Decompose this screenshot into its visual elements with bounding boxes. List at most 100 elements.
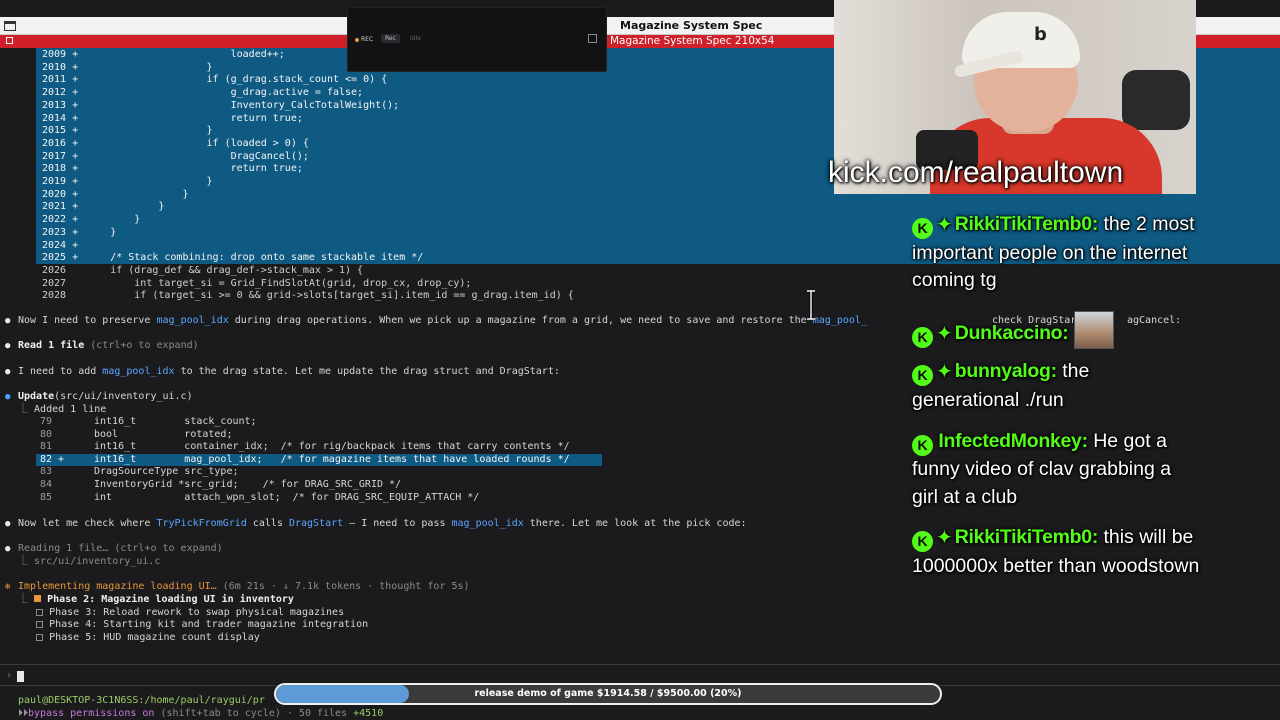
code-text: } — [86, 188, 189, 200]
code-line: 2016 + if (loaded > 0) { — [42, 138, 309, 151]
code-line: 2013 + Inventory_CalcTotalWeight(); — [42, 100, 399, 113]
chat-message: K ✦ RikkiTikiTemb0: the 2 most important p… — [912, 211, 1202, 295]
line-number: 2022 — [42, 214, 67, 226]
assistant-message: I need to add mag_pool_idx to the drag s… — [18, 366, 560, 377]
line-number: 2012 — [42, 87, 67, 99]
kick-badge-icon: K — [912, 531, 933, 552]
code-line: 2022 + } — [42, 214, 140, 227]
diff-line-number: 85 — [40, 492, 64, 505]
chat-username[interactable]: bunnyalog: — [955, 360, 1057, 382]
code-text: return true; — [86, 112, 303, 124]
task-label: Phase 3: Reload rework to swap physical … — [49, 606, 345, 618]
added-lines-summary: ⎿ Added 1 line — [18, 404, 107, 415]
diff-marker — [72, 265, 78, 276]
task-item: Phase 5: HUD magazine count display — [18, 632, 260, 645]
code-line: 2026 if (drag_def && drag_def->stack_max… — [42, 265, 363, 278]
code-text: DragCancel(); — [86, 150, 309, 162]
task-label: Phase 5: HUD magazine count display — [49, 632, 260, 644]
diff-line-number: 84 — [40, 479, 64, 492]
reading-file-path: ⎿ src/ui/inventory_ui.c — [18, 556, 161, 567]
chat-username[interactable]: RikkiTikiTemb0: — [955, 526, 1099, 548]
tmux-title: Magazine System Spec 210x54 — [610, 35, 775, 47]
code-text: /* Stack combining: drop onto same stack… — [86, 252, 424, 264]
diff-line-number: 81 — [40, 441, 64, 454]
diff-line-number-text: 84 — [40, 479, 53, 490]
fullscreen-icon[interactable] — [588, 34, 597, 43]
diff-marker: + — [72, 49, 79, 60]
line-number: 2026 — [42, 264, 67, 276]
task-checkbox-icon — [36, 608, 44, 616]
code-line: 2024 + — [42, 240, 86, 253]
diff-line-number: 82 + — [40, 454, 64, 467]
task-label: Phase 4: Starting kit and trader magazin… — [49, 619, 369, 631]
subscriber-badge-icon: ✦ — [936, 323, 953, 345]
line-number: 2014 — [42, 112, 67, 124]
donation-goal-bar: release demo of game $1914.58 / $9500.00… — [274, 683, 942, 705]
tree-corner-icon: ⎿ — [18, 404, 35, 415]
line-number: 2010 — [42, 61, 67, 73]
code-line: 2014 + return true; — [42, 113, 303, 126]
line-number: 2024 — [42, 239, 67, 251]
line-number: 2013 — [42, 99, 67, 111]
idle-button[interactable]: Idle — [410, 35, 421, 42]
stream-url: kick.com/realpaultown — [828, 156, 1124, 189]
diff-marker: + — [72, 61, 79, 73]
tool-bullet-icon: ● — [5, 392, 11, 402]
diff-line-number: 83 — [40, 466, 64, 479]
diff-marker: + — [72, 188, 79, 200]
diff-marker: + — [72, 150, 79, 162]
diff-line-number-text: 81 — [40, 441, 53, 453]
update-tool-line[interactable]: Update(src/ui/inventory_ui.c) — [18, 391, 193, 404]
line-number: 2018 — [42, 163, 67, 175]
diff-marker — [58, 466, 64, 477]
chat-message: K InfectedMonkey: He got a funny video o… — [912, 428, 1202, 511]
chat-message: K ✦ RikkiTikiTemb0: this will be 1000000x … — [912, 524, 1202, 580]
diff-marker — [58, 441, 64, 452]
diff-marker — [72, 278, 78, 289]
window-menu-icon[interactable] — [4, 21, 16, 31]
code-line: 2028 if (target_si >= 0 && grid->slots[t… — [42, 290, 574, 303]
tmux-window-icon[interactable] — [6, 37, 13, 44]
line-number: 2025 — [42, 252, 67, 264]
code-line: 2011 + if (g_drag.stack_count <= 0) { — [42, 74, 387, 87]
chat-message: K ✦ bunnyalog: the generational ./run — [912, 358, 1202, 414]
code-text: g_drag.active = false; — [86, 87, 364, 99]
code-line: 2023 + } — [42, 227, 116, 240]
code-line: 2020 + } — [42, 189, 188, 202]
code-text: } — [86, 201, 165, 213]
read-file-line[interactable]: Read 1 file (ctrl+o to expand) — [18, 340, 199, 353]
tree-corner-icon: ⎿ — [18, 594, 35, 605]
code-text: if (target_si >= 0 && grid->slots[target… — [86, 290, 574, 302]
task-item: Phase 4: Starting kit and trader magazin… — [18, 619, 368, 632]
kick-badge-icon: K — [912, 365, 933, 386]
line-number: 2016 — [42, 137, 67, 149]
line-number: 2011 — [42, 74, 67, 86]
diff-marker: + — [72, 176, 79, 187]
permission-status[interactable]: ⏵⏵bypass permissions on (shift+tab to cy… — [18, 708, 383, 720]
code-line: 2010 + } — [42, 62, 213, 75]
diff-marker — [72, 290, 78, 301]
chat-username[interactable]: RikkiTikiTemb0: — [955, 213, 1099, 235]
goal-text: release demo of game $1914.58 / $9500.00… — [474, 688, 742, 699]
implementing-status: Implementing magazine loading UI… (6m 21… — [18, 581, 470, 592]
chat-username[interactable]: InfectedMonkey: — [938, 430, 1088, 452]
message-bullet-icon: ● — [5, 367, 11, 377]
task-checkbox-icon — [36, 634, 44, 642]
reading-file-line[interactable]: Reading 1 file… (ctrl+o to expand) — [18, 543, 223, 556]
webcam-headphones — [1122, 70, 1190, 130]
subscriber-badge-icon: ✦ — [936, 361, 953, 383]
chat-username[interactable]: Dunkaccino: — [955, 322, 1069, 344]
diff-line-number-text: 83 — [40, 466, 53, 478]
shell-path-status: paul@DESKTOP-3C1N6SS:/home/paul/raygui/p… — [18, 695, 265, 706]
diff-marker: + — [72, 226, 79, 238]
code-line: 2025 + /* Stack combining: drop onto same… — [42, 252, 423, 265]
line-number: 2019 — [42, 176, 67, 187]
code-line: 2018 + return true; — [42, 163, 303, 176]
code-text: if (g_drag.stack_count <= 0) { — [86, 74, 388, 86]
recording-panel: REC Rec Idle — [347, 7, 607, 72]
diff-marker: + — [72, 239, 79, 251]
rec-label: REC — [361, 36, 374, 43]
rec-button[interactable]: Rec — [381, 34, 400, 43]
line-number: 2017 — [42, 150, 67, 162]
task-in-progress-icon — [34, 595, 42, 602]
